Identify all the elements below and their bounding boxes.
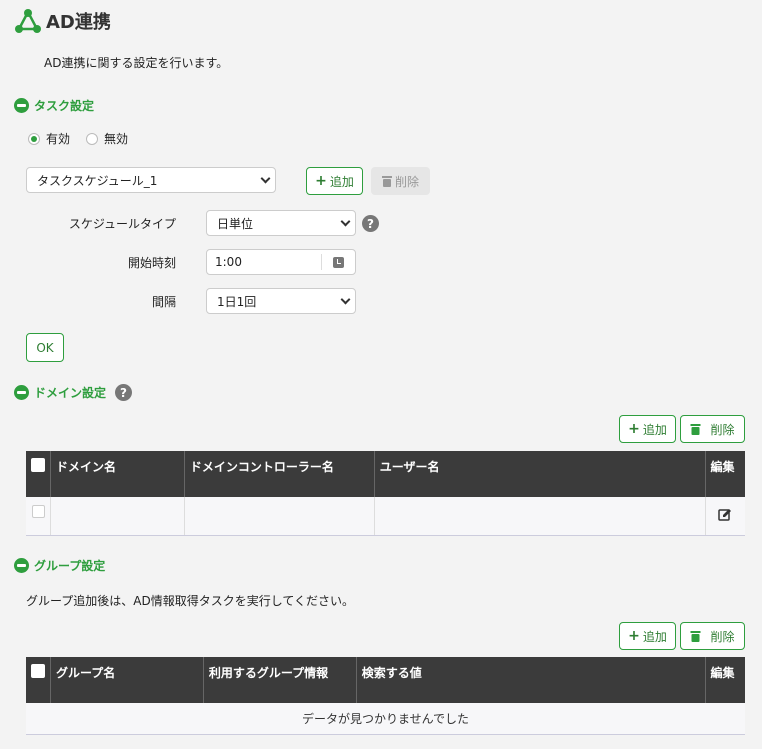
radio-disabled-label: 無効 (104, 132, 129, 146)
minus-circle-icon[interactable] (14, 558, 29, 573)
task-add-button[interactable]: + 追加 (306, 167, 363, 195)
task-section-header[interactable]: タスク設定 (14, 97, 94, 114)
interval-label: 間隔 (151, 295, 176, 309)
task-delete-button[interactable]: 削除 (371, 167, 430, 195)
chevron-down-icon (340, 294, 351, 304)
minus-circle-icon[interactable] (14, 385, 29, 400)
plus-icon: + (628, 628, 640, 644)
column-header[interactable]: ユーザー名 (374, 451, 706, 497)
task-section-label: タスク設定 (34, 99, 95, 113)
column-header: 編集 (705, 451, 745, 497)
group-table-header: グループ名 利用するグループ情報 検索する値 編集 (26, 657, 745, 703)
start-time-value: 1:00 (215, 255, 242, 269)
domain-add-label: 追加 (642, 422, 667, 437)
clock-button[interactable] (321, 254, 355, 270)
column-header: 編集 (705, 657, 745, 703)
schedule-type-value: 日単位 (217, 216, 254, 231)
schedule-type-select[interactable]: 日単位 (206, 210, 356, 236)
column-header[interactable]: ドメインコントローラー名 (184, 451, 375, 497)
group-add-label: 追加 (642, 629, 667, 644)
trash-icon (690, 424, 701, 435)
trash-icon (381, 176, 392, 187)
page-title: AD連携 (46, 12, 111, 33)
chevron-down-icon (340, 216, 351, 226)
page-header: AD連携 (14, 8, 111, 34)
select-all-checkbox[interactable] (31, 458, 45, 472)
domain-add-button[interactable]: + 追加 (619, 415, 676, 443)
domain-delete-button[interactable]: 削除 (680, 415, 745, 443)
column-header[interactable]: グループ名 (50, 657, 204, 703)
table-row (26, 497, 745, 536)
select-all-cell (26, 657, 51, 703)
start-time-input[interactable]: 1:00 (206, 249, 356, 275)
select-all-cell (26, 451, 51, 497)
pencil-edit-icon[interactable] (718, 507, 732, 521)
domain-delete-label: 削除 (710, 422, 735, 437)
domain-table: ドメイン名 ドメインコントローラー名 ユーザー名 編集 (26, 451, 745, 536)
task-delete-label: 削除 (394, 174, 419, 189)
domain-name-cell (50, 497, 185, 536)
edit-cell (705, 497, 745, 536)
group-delete-button[interactable]: 削除 (680, 622, 745, 650)
question-circle-icon[interactable]: ? (362, 215, 379, 232)
empty-message: データが見つかりませんでした (26, 703, 745, 735)
column-header[interactable]: 利用するグループ情報 (203, 657, 357, 703)
interval-select[interactable]: 1日1回 (206, 288, 356, 314)
task-enable-radio-group: 有効 無効 (28, 130, 128, 147)
plus-icon: + (315, 173, 327, 189)
minus-circle-icon[interactable] (14, 98, 29, 113)
page-description: AD連携に関する設定を行います。 (44, 56, 229, 70)
column-header[interactable]: 検索する値 (356, 657, 706, 703)
question-circle-icon[interactable]: ? (115, 384, 133, 401)
chevron-down-icon (260, 173, 271, 183)
radio-enabled-label: 有効 (46, 132, 71, 146)
schedule-type-label: スケジュールタイプ (68, 217, 176, 231)
task-schedule-value: タスクスケジュール_1 (37, 173, 158, 188)
domain-controller-cell (184, 497, 375, 536)
start-time-label: 開始時刻 (127, 256, 176, 270)
task-schedule-select[interactable]: タスクスケジュール_1 (26, 167, 276, 193)
ok-label: OK (36, 340, 54, 355)
radio-enabled[interactable] (28, 132, 40, 145)
interval-value: 1日1回 (217, 294, 257, 309)
column-header[interactable]: ドメイン名 (50, 451, 185, 497)
table-row: データが見つかりませんでした (26, 703, 745, 735)
task-add-label: 追加 (329, 174, 354, 189)
group-note: グループ追加後は、AD情報取得タスクを実行してください。 (26, 594, 355, 608)
ok-button[interactable]: OK (26, 333, 64, 362)
domain-table-header: ドメイン名 ドメインコントローラー名 ユーザー名 編集 (26, 451, 745, 497)
domain-section-label: ドメイン設定 (34, 386, 107, 400)
group-add-button[interactable]: + 追加 (619, 622, 676, 650)
row-checkbox[interactable] (31, 505, 45, 518)
domain-section-header[interactable]: ドメイン設定 ? (14, 384, 133, 401)
group-section-header[interactable]: グループ設定 (14, 557, 105, 574)
group-delete-label: 削除 (710, 629, 735, 644)
user-name-cell (374, 497, 706, 536)
group-section-label: グループ設定 (34, 559, 106, 573)
clock-icon (333, 256, 344, 268)
trash-icon (690, 631, 701, 642)
radio-disabled[interactable] (86, 132, 99, 145)
group-table: グループ名 利用するグループ情報 検索する値 編集 データが見つかりませんでした (26, 657, 745, 735)
select-all-checkbox[interactable] (31, 664, 45, 678)
network-triangle-icon (15, 9, 41, 33)
row-checkbox-cell (26, 497, 51, 536)
plus-icon: + (628, 421, 640, 437)
